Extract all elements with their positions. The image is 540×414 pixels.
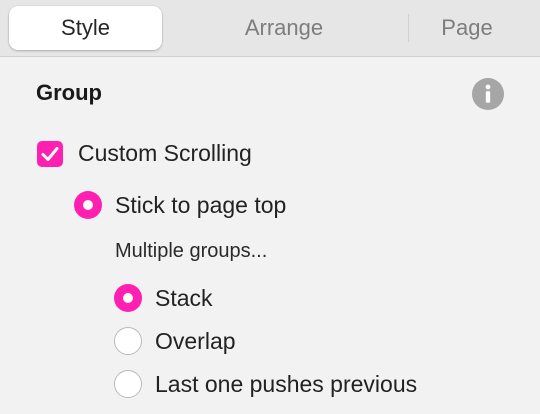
stick-to-page-top-option[interactable]: Stick to page top: [74, 191, 286, 219]
last-one-pushes-previous-option[interactable]: Last one pushes previous: [114, 370, 417, 398]
overlap-option[interactable]: Overlap: [114, 327, 236, 355]
stack-radio[interactable]: [114, 284, 142, 312]
stack-label: Stack: [155, 284, 213, 311]
multiple-groups-label: Multiple groups...: [115, 240, 268, 262]
custom-scrolling-checkbox[interactable]: [37, 140, 63, 167]
overlap-radio[interactable]: [114, 327, 142, 355]
tab-divider: [408, 14, 409, 42]
info-icon[interactable]: [472, 78, 504, 110]
section-title-group: Group: [36, 80, 102, 105]
last-one-pushes-previous-label: Last one pushes previous: [155, 370, 418, 397]
custom-scrolling-option[interactable]: Custom Scrolling: [37, 140, 252, 167]
inspector-tab-bar: Style Arrange Page: [0, 0, 540, 57]
stick-to-page-top-label: Stick to page top: [115, 191, 287, 218]
custom-scrolling-label: Custom Scrolling: [78, 140, 252, 166]
tab-page[interactable]: Page: [412, 6, 522, 50]
last-one-pushes-previous-radio[interactable]: [114, 370, 142, 398]
stick-to-page-top-radio[interactable]: [74, 191, 102, 219]
tab-arrange[interactable]: Arrange: [170, 6, 398, 50]
tab-style[interactable]: Style: [9, 6, 162, 50]
stack-option[interactable]: Stack: [114, 284, 213, 312]
overlap-label: Overlap: [155, 327, 236, 354]
